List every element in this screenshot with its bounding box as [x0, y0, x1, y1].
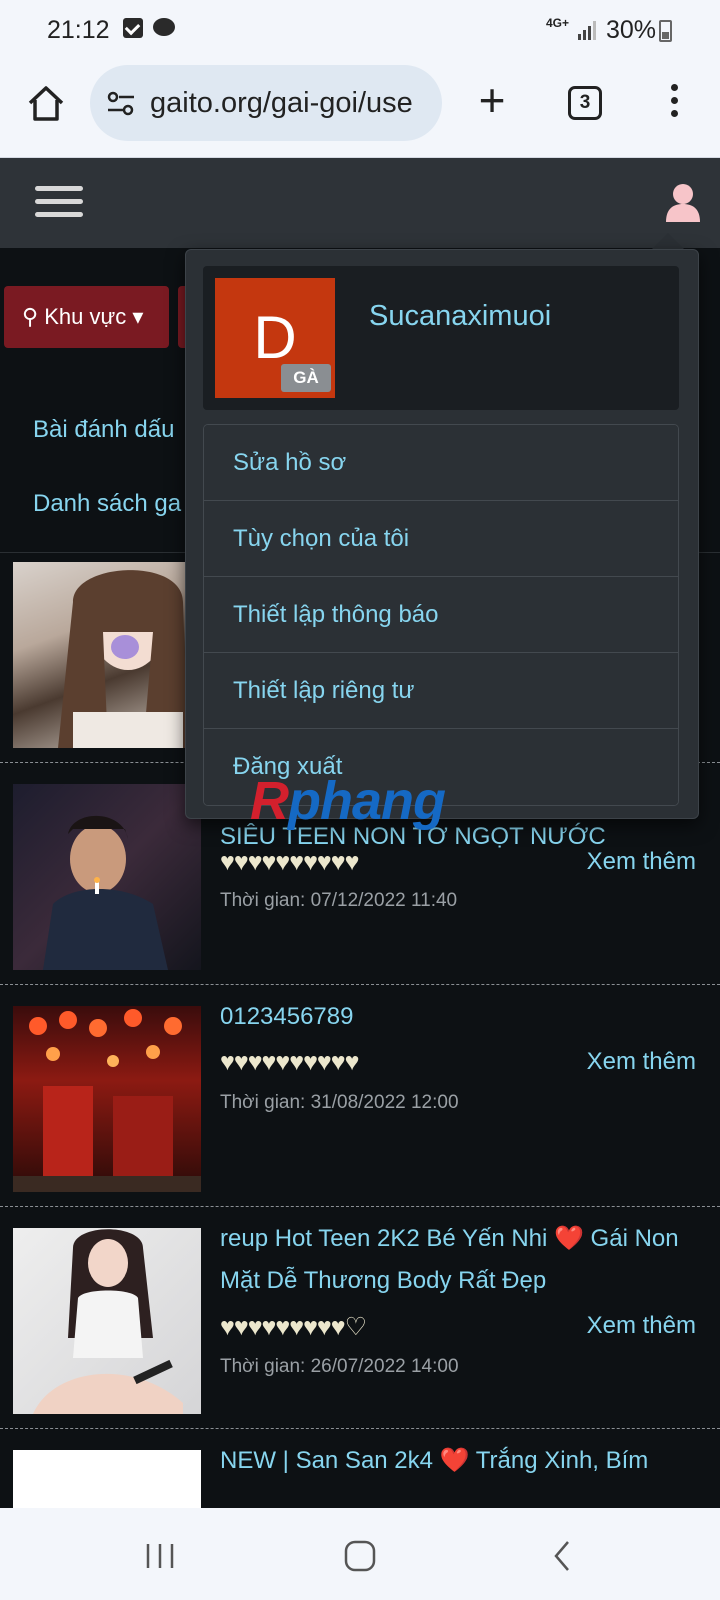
address-bar[interactable]: gaito.org/gai-goi/use: [90, 65, 442, 141]
tab-switcher-button[interactable]: 3: [568, 86, 602, 120]
rank-badge: GÀ: [281, 364, 331, 392]
username[interactable]: Sucanaximuoi: [369, 300, 551, 333]
menu-item-edit-profile[interactable]: Sửa hồ sơ: [204, 425, 678, 501]
portrait-image: [58, 570, 188, 748]
rating-hearts-filled: ♥♥♥♥♥♥♥♥♥: [220, 1313, 346, 1341]
system-nav-bar: [0, 1508, 720, 1600]
site-header: [0, 158, 720, 248]
post-title[interactable]: reup Hot Teen 2K2 Bé Yến Nhi ❤️ Gái Non …: [220, 1218, 710, 1302]
post-thumbnail[interactable]: [13, 784, 201, 970]
model-image: [33, 1229, 183, 1414]
list-item[interactable]: 0123456789 ♥♥♥♥♥♥♥♥♥♥ Xem thêm Thời gian…: [0, 984, 720, 1206]
home-nav-icon[interactable]: [340, 1538, 380, 1574]
site-settings-icon[interactable]: [106, 89, 136, 119]
url-text[interactable]: gaito.org/gai-goi/use: [150, 87, 413, 120]
region-filter-label: Khu vực: [44, 304, 127, 329]
menu-item-notification-settings[interactable]: Thiết lập thông báo: [204, 577, 678, 653]
user-profile-icon[interactable]: [664, 182, 702, 224]
map-pin-icon: ⚲: [22, 304, 45, 329]
new-tab-icon[interactable]: +: [472, 77, 512, 123]
clock: 21:12: [47, 16, 110, 44]
account-dropdown: D GÀ Sucanaximuoi Sửa hồ sơ Tùy chọn của…: [185, 249, 699, 819]
caret-down-icon: ▾: [132, 304, 144, 329]
status-bar: 21:12 4G+ 30%: [0, 0, 720, 62]
post-thumbnail[interactable]: [13, 1228, 201, 1414]
rating-hearts-empty: ♡: [344, 1313, 367, 1341]
watermark-rest: phang: [288, 771, 446, 831]
post-thumbnail[interactable]: [13, 562, 201, 748]
post-time: Thời gian: 26/07/2022 14:00: [220, 1356, 459, 1377]
signal-icon: [578, 21, 596, 40]
account-menu: Sửa hồ sơ Tùy chọn của tôi Thiết lập thô…: [203, 424, 679, 806]
hamburger-menu-icon[interactable]: [35, 186, 83, 220]
list-item[interactable]: reup Hot Teen 2K2 Bé Yến Nhi ❤️ Gái Non …: [0, 1206, 720, 1428]
back-icon[interactable]: [544, 1538, 584, 1574]
network-type: 4G+: [546, 16, 570, 30]
post-time: Thời gian: 07/12/2022 11:40: [220, 890, 458, 911]
see-more-link[interactable]: Xem thêm: [587, 1048, 696, 1076]
battery-percent: 30%: [606, 16, 657, 44]
region-filter-button[interactable]: ⚲ Khu vực ▾: [4, 286, 169, 348]
rating-hearts: ♥♥♥♥♥♥♥♥♥♥: [220, 1048, 359, 1076]
dropdown-caret: [652, 233, 684, 249]
checkbox-notification-icon: [123, 18, 143, 38]
watermark-first-letter: R: [250, 771, 289, 831]
more-options-icon[interactable]: [664, 84, 684, 124]
post-thumbnail[interactable]: [13, 1006, 201, 1192]
home-icon[interactable]: [26, 84, 66, 124]
list-link[interactable]: Danh sách ga: [33, 490, 181, 518]
post-title[interactable]: NEW | San San 2k4 ❤️ Trắng Xinh, Bím: [220, 1440, 710, 1482]
profile-card[interactable]: D GÀ Sucanaximuoi: [203, 266, 679, 410]
battery-icon: [659, 20, 672, 42]
rating-hearts: ♥♥♥♥♥♥♥♥♥♡: [220, 1312, 367, 1342]
see-more-link[interactable]: Xem thêm: [587, 848, 696, 876]
lantern-street-image: [13, 1009, 201, 1192]
rating-hearts: ♥♥♥♥♥♥♥♥♥♥: [220, 848, 359, 876]
bookmarks-link[interactable]: Bài đánh dấu: [33, 416, 174, 444]
menu-item-privacy-settings[interactable]: Thiết lập riêng tư: [204, 653, 678, 729]
watermark-logo: Rphang: [250, 770, 446, 832]
post-title[interactable]: 0123456789: [220, 996, 710, 1038]
browser-toolbar: gaito.org/gai-goi/use + 3: [0, 62, 720, 158]
man-smoking-image: [43, 815, 168, 970]
screen: 21:12 4G+ 30% gaito.org/gai-goi/use + 3 …: [0, 0, 720, 1600]
recent-apps-icon[interactable]: [142, 1538, 182, 1574]
menu-item-my-preferences[interactable]: Tùy chọn của tôi: [204, 501, 678, 577]
chat-notification-icon: [153, 18, 175, 36]
see-more-link[interactable]: Xem thêm: [587, 1312, 696, 1340]
post-time: Thời gian: 31/08/2022 12:00: [220, 1092, 459, 1113]
